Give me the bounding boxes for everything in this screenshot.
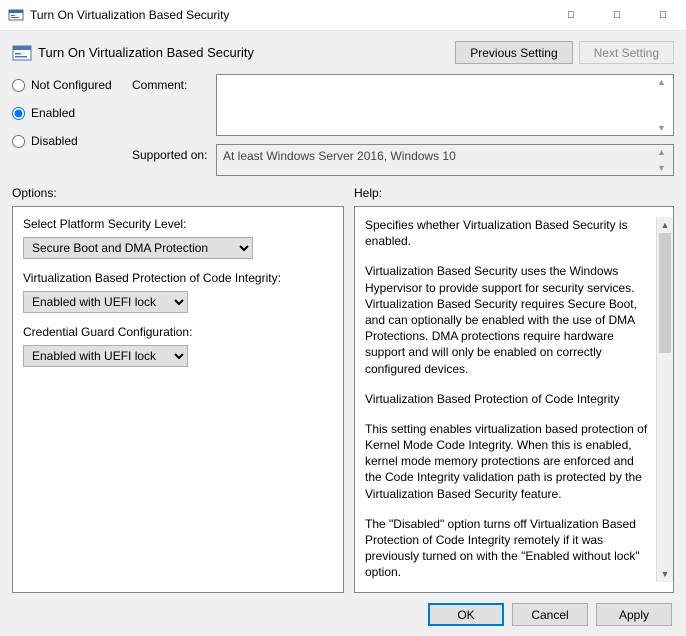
radio-enabled-label: Enabled	[31, 106, 75, 120]
options-column: Options: Select Platform Security Level:…	[12, 186, 344, 593]
help-p4: This setting enables virtualization base…	[365, 421, 650, 502]
radio-disabled[interactable]: Disabled	[12, 134, 132, 148]
help-column: Help: Specifies whether Virtualization B…	[354, 186, 674, 593]
credential-guard-select[interactable]: Enabled with UEFI lock	[23, 345, 188, 367]
code-integrity-label: Virtualization Based Protection of Code …	[23, 271, 333, 285]
comment-input[interactable]: ▲▼	[216, 74, 674, 136]
ok-button[interactable]: OK	[428, 603, 504, 626]
scroll-up-icon[interactable]: ▲	[657, 217, 673, 233]
supported-label: Supported on:	[132, 144, 212, 162]
scroll-thumb[interactable]	[659, 233, 671, 353]
credential-guard-label: Credential Guard Configuration:	[23, 325, 333, 339]
help-label: Help:	[354, 186, 674, 200]
platform-security-select[interactable]: Secure Boot and DMA Protection	[23, 237, 253, 259]
close-button[interactable]: 	[640, 0, 686, 30]
previous-setting-button[interactable]: Previous Setting	[455, 41, 572, 64]
content-area: Turn On Virtualization Based Security Pr…	[0, 31, 686, 636]
radio-enabled-input[interactable]	[12, 107, 25, 120]
help-scrollbar[interactable]: ▲ ▼	[656, 217, 673, 582]
fields-column: Comment: ▲▼ Supported on: At least Windo…	[132, 74, 674, 176]
maximize-button[interactable]: 	[594, 0, 640, 30]
help-p5: The "Disabled" option turns off Virtuali…	[365, 516, 650, 581]
scroll-down-icon[interactable]: ▼	[657, 566, 673, 582]
supported-on-box: At least Windows Server 2016, Windows 10…	[216, 144, 674, 176]
supported-on-text: At least Windows Server 2016, Windows 10	[223, 149, 456, 163]
app-icon	[8, 7, 24, 23]
apply-button[interactable]: Apply	[596, 603, 672, 626]
cancel-button[interactable]: Cancel	[512, 603, 588, 626]
panels-row: Options: Select Platform Security Level:…	[8, 180, 678, 593]
title-bar: Turn On Virtualization Based Security  …	[0, 0, 686, 31]
radio-disabled-label: Disabled	[31, 134, 78, 148]
help-p3: Virtualization Based Protection of Code …	[365, 391, 650, 407]
help-p1: Specifies whether Virtualization Based S…	[365, 217, 650, 249]
radio-disabled-input[interactable]	[12, 135, 25, 148]
help-panel: Specifies whether Virtualization Based S…	[354, 206, 674, 593]
radio-enabled[interactable]: Enabled	[12, 106, 132, 120]
footer-buttons: OK Cancel Apply	[8, 593, 678, 628]
help-text: Specifies whether Virtualization Based S…	[365, 217, 656, 582]
header-row: Turn On Virtualization Based Security Pr…	[8, 39, 678, 74]
options-panel: Select Platform Security Level: Secure B…	[12, 206, 344, 593]
policy-icon	[12, 43, 32, 63]
minimize-button[interactable]: 	[548, 0, 594, 30]
supported-scroll: ▲▼	[657, 147, 671, 173]
radio-not-configured-label: Not Configured	[31, 78, 112, 92]
platform-security-label: Select Platform Security Level:	[23, 217, 333, 231]
options-label: Options:	[12, 186, 344, 200]
radio-not-configured-input[interactable]	[12, 79, 25, 92]
page-title: Turn On Virtualization Based Security	[38, 45, 449, 60]
next-setting-button: Next Setting	[579, 41, 674, 64]
window-title: Turn On Virtualization Based Security	[30, 8, 548, 22]
comment-scroll: ▲▼	[657, 77, 671, 133]
config-row: Not Configured Enabled Disabled Comment:…	[8, 74, 678, 180]
radio-not-configured[interactable]: Not Configured	[12, 78, 132, 92]
state-radio-group: Not Configured Enabled Disabled	[12, 74, 132, 176]
code-integrity-select[interactable]: Enabled with UEFI lock	[23, 291, 188, 313]
help-p2: Virtualization Based Security uses the W…	[365, 263, 650, 376]
comment-label: Comment:	[132, 74, 212, 92]
